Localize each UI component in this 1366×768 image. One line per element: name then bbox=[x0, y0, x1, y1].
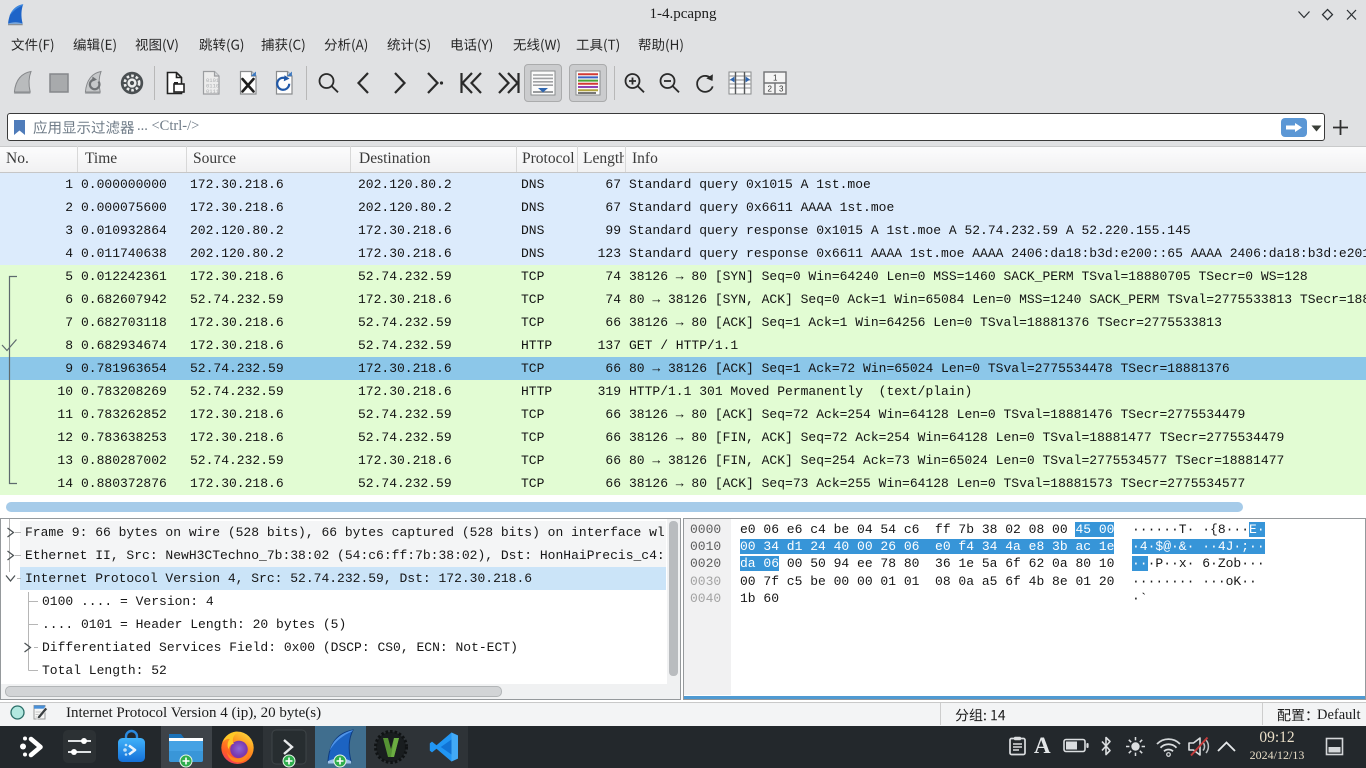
svg-text:3: 3 bbox=[779, 85, 784, 94]
svg-text:0111: 0111 bbox=[206, 88, 220, 95]
svg-text:1: 1 bbox=[773, 74, 778, 83]
svg-text:2: 2 bbox=[768, 85, 773, 94]
